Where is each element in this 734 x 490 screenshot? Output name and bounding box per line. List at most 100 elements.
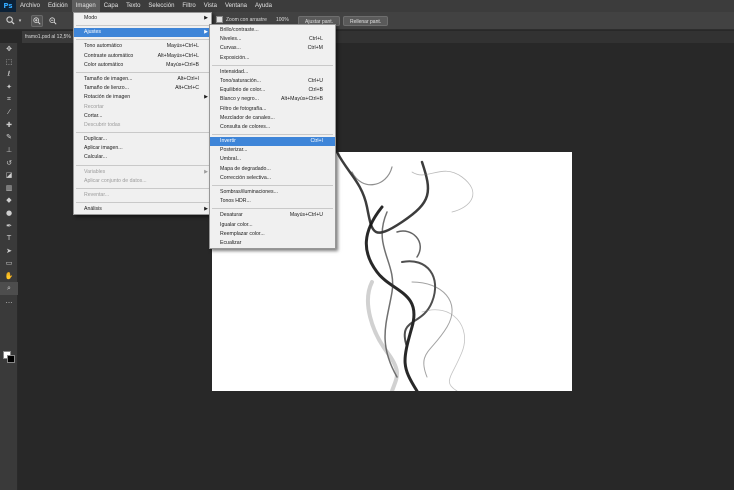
- background-color-swatch[interactable]: [7, 355, 15, 363]
- adjust-menu-item-ecualizar[interactable]: Ecualizar: [210, 239, 335, 248]
- adjust-menu-item-mezclador-de-canales[interactable]: Mezclador de canales...: [210, 114, 335, 123]
- tool-list: ✥ ⬚ ℓ ✦ ⌗ ⁄ ✚ ✎ ⊥ ↺ ◪ ▥ ◆ ● ✒ T ➤ ▭ ✋ ⌕…: [0, 43, 18, 308]
- menu-item-shortcut: Mayús+Ctrl+L: [166, 43, 199, 50]
- menu-texto[interactable]: Texto: [122, 0, 144, 12]
- zoom-out-icon[interactable]: [47, 15, 59, 27]
- mores-icon[interactable]: …: [0, 295, 18, 308]
- adjust-menu-item-reemplazar-color[interactable]: Reemplazar color...: [210, 230, 335, 239]
- menu-capa[interactable]: Capa: [100, 0, 122, 12]
- zoom-in-icon[interactable]: [31, 14, 43, 27]
- zoom-tool-icon[interactable]: ⌕: [0, 282, 18, 295]
- menu-ayuda[interactable]: Ayuda: [251, 0, 276, 12]
- history-brush-tool-icon[interactable]: ↺: [0, 156, 18, 169]
- menu-edicion[interactable]: Edición: [44, 0, 72, 12]
- marquee-tool-icon[interactable]: ⬚: [0, 56, 18, 69]
- magic-wand-tool-icon[interactable]: ✦: [0, 81, 18, 94]
- adjust-menu-item-sombras-iluminaciones[interactable]: Sombras/iluminaciones...: [210, 188, 335, 197]
- pen-tool-icon[interactable]: ✒: [0, 219, 18, 232]
- menu-archivo[interactable]: Archivo: [16, 0, 44, 12]
- adjust-menu-item-invertir[interactable]: Invertir Ctrl+I: [210, 137, 335, 147]
- menu-imagen[interactable]: Imagen: [71, 0, 100, 12]
- image-menu-item-recortar: Recortar: [74, 103, 211, 112]
- gradient-tool-icon[interactable]: ▥: [0, 182, 18, 195]
- adjust-menu-item-niveles[interactable]: Niveles... Ctrl+L: [210, 35, 335, 44]
- menu-item-shortcut: Alt+Mayús+Ctrl+B: [281, 96, 323, 103]
- menu-item-label: Exposición...: [220, 54, 250, 61]
- image-menu-item-modo[interactable]: Modo ▶: [74, 14, 211, 23]
- chevron-right-icon: ▶: [204, 206, 208, 213]
- menu-item-shortcut: Alt+Mayús+Ctrl+L: [157, 52, 199, 59]
- image-menu-item-calcular[interactable]: Calcular...: [74, 153, 211, 162]
- menu-separator: [76, 188, 209, 189]
- document-tab[interactable]: framo1.psd al 12,5%: [22, 31, 80, 43]
- menu-item-label: Tonos HDR...: [220, 198, 251, 205]
- menu-seleccion[interactable]: Selección: [144, 0, 178, 12]
- menu-item-shortcut: Mayús+Ctrl+B: [166, 61, 199, 68]
- adjust-menu-item-umbral[interactable]: Umbral...: [210, 155, 335, 164]
- image-menu-item-variables: Variables ▶: [74, 168, 211, 177]
- adjust-menu-item-exposicion[interactable]: Exposición...: [210, 54, 335, 63]
- menu-item-label: Umbral...: [220, 156, 242, 163]
- path-selection-tool-icon[interactable]: ➤: [0, 245, 18, 258]
- adjust-menu-item-correccion-selectiva[interactable]: Corrección selectiva...: [210, 174, 335, 183]
- adjust-menu-item-intensidad[interactable]: Intensidad...: [210, 68, 335, 77]
- menu-item-label: Corrección selectiva...: [220, 174, 272, 181]
- type-tool-icon[interactable]: T: [0, 232, 18, 245]
- adjust-menu-item-igualar-color[interactable]: Igualar color...: [210, 221, 335, 230]
- crop-tool-icon[interactable]: ⌗: [0, 93, 18, 106]
- menu-item-label: Desaturar: [220, 212, 243, 219]
- eyedropper-tool-icon[interactable]: ⁄: [0, 106, 18, 119]
- menu-item-label: Tamaño de imagen...: [84, 75, 133, 82]
- adjust-menu-item-posterizar[interactable]: Posterizar...: [210, 146, 335, 155]
- menu-item-label: Mezclador de canales...: [220, 114, 275, 121]
- image-menu-item-color-automatico[interactable]: Color automático Mayús+Ctrl+B: [74, 61, 211, 70]
- image-menu-item-analisis[interactable]: Análisis ▶: [74, 205, 211, 214]
- adjust-menu-item-desaturar[interactable]: Desaturar Mayús+Ctrl+U: [210, 211, 335, 220]
- menu-filtro[interactable]: Filtro: [178, 0, 199, 12]
- adjust-menu-item-filtro-de-fotografia[interactable]: Filtro de fotografía...: [210, 105, 335, 114]
- adjust-menu-item-blanco-y-negro[interactable]: Blanco y negro... Alt+Mayús+Ctrl+B: [210, 95, 335, 104]
- photoshop-logo: Ps: [0, 0, 16, 12]
- move-tool-icon[interactable]: ✥: [0, 43, 18, 56]
- fill-screen-button[interactable]: Rellenar pant.: [343, 16, 389, 26]
- blur-tool-icon[interactable]: ◆: [0, 194, 18, 207]
- image-menu-item-cortar[interactable]: Cortar...: [74, 112, 211, 121]
- rectangle-tool-icon[interactable]: ▭: [0, 257, 18, 270]
- menu-item-label: Igualar color...: [220, 221, 253, 228]
- adjust-menu-item-brillo-contraste[interactable]: Brillo/contraste...: [210, 26, 335, 35]
- menu-item-label: Tono automático: [84, 43, 123, 50]
- image-menu-item-tamano-de-lienzo[interactable]: Tamaño de lienzo... Alt+Ctrl+C: [74, 84, 211, 93]
- menu-separator: [212, 134, 333, 136]
- image-menu-item-ajustes[interactable]: Ajustes ▶: [74, 28, 211, 38]
- image-menu-item-tono-automatico[interactable]: Tono automático Mayús+Ctrl+L: [74, 42, 211, 51]
- eraser-tool-icon[interactable]: ◪: [0, 169, 18, 182]
- menu-item-label: Aplicar conjunto de datos...: [84, 177, 147, 184]
- brush-tool-icon[interactable]: ✎: [0, 131, 18, 144]
- image-menu-item-duplicar[interactable]: Duplicar...: [74, 135, 211, 144]
- menu-separator: [212, 208, 333, 210]
- adjust-menu-item-equilibrio-de-color[interactable]: Equilibrio de color... Ctrl+B: [210, 86, 335, 95]
- image-menu-item-contraste-automatico[interactable]: Contraste automático Alt+Mayús+Ctrl+L: [74, 52, 211, 61]
- adjust-menu-item-mapa-de-degradado[interactable]: Mapa de degradado...: [210, 165, 335, 174]
- menu-item-label: Blanco y negro...: [220, 96, 259, 103]
- adjust-menu-item-tono-saturacion[interactable]: Tono/saturación... Ctrl+U: [210, 77, 335, 86]
- image-menu-item-aplicar-imagen[interactable]: Aplicar imagen...: [74, 144, 211, 153]
- chevron-down-icon[interactable]: ▾: [17, 15, 23, 27]
- clone-stamp-tool-icon[interactable]: ⊥: [0, 144, 18, 157]
- dodge-tool-icon[interactable]: ●: [0, 207, 18, 220]
- adjust-menu-item-consulta-de-colores[interactable]: Consulta de colores...: [210, 123, 335, 132]
- image-menu-item-tamano-de-imagen[interactable]: Tamaño de imagen... Alt+Ctrl+I: [74, 75, 211, 84]
- menu-item-label: Descubrir todas: [84, 121, 121, 128]
- adjust-menu-item-tonos-hdr[interactable]: Tonos HDR...: [210, 197, 335, 206]
- lasso-tool-icon[interactable]: ℓ: [0, 68, 18, 81]
- adjust-menu-item-curvas[interactable]: Curvas... Ctrl+M: [210, 44, 335, 53]
- menu-separator: [76, 25, 209, 27]
- spot-healing-tool-icon[interactable]: ✚: [0, 119, 18, 132]
- menu-ventana[interactable]: Ventana: [221, 0, 251, 12]
- menu-item-shortcut: Ctrl+B: [308, 87, 323, 94]
- zoom-tool-icon[interactable]: [4, 15, 16, 27]
- image-menu-item-rotacion-de-imagen[interactable]: Rotación de imagen ▶: [74, 93, 211, 102]
- menu-vista[interactable]: Vista: [200, 0, 221, 12]
- zoom-drag-checkbox[interactable]: [216, 16, 223, 23]
- hand-tool-icon[interactable]: ✋: [0, 270, 18, 283]
